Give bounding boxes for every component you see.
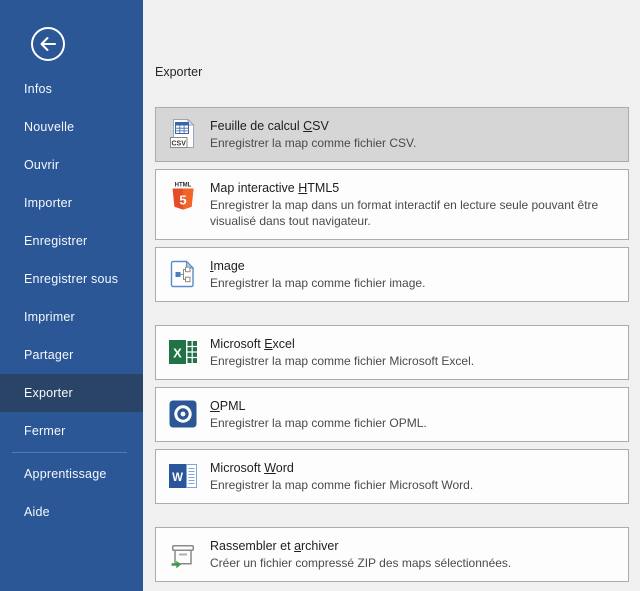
sidebar-item-partager[interactable]: Partager (0, 336, 143, 374)
sidebar-nav: Infos Nouvelle Ouvrir Importer Enregistr… (0, 70, 143, 531)
export-option-text: Microsoft Excel Enregistrer la map comme… (210, 336, 474, 369)
sidebar-item-fermer[interactable]: Fermer (0, 412, 143, 450)
sidebar-item-enregistrer[interactable]: Enregistrer (0, 222, 143, 260)
export-option-desc: Enregistrer la map comme fichier Microso… (210, 353, 474, 369)
opml-icon (167, 398, 199, 430)
export-option-desc: Enregistrer la map comme fichier OPML. (210, 415, 427, 431)
export-option-desc: Créer un fichier compressé ZIP des maps … (210, 555, 511, 571)
export-option-title: OPML (210, 398, 427, 414)
svg-text:CSV: CSV (171, 140, 186, 147)
backstage-sidebar: Infos Nouvelle Ouvrir Importer Enregistr… (0, 0, 143, 591)
export-option-word[interactable]: W Microsoft Word Enregistrer la map comm… (155, 449, 629, 504)
svg-text:HTML: HTML (175, 183, 192, 189)
svg-text:W: W (172, 472, 183, 484)
image-export-icon (167, 258, 199, 290)
back-arrow-icon (30, 26, 66, 62)
page-title: Exporter (155, 64, 629, 80)
pack-and-go-archive-icon (167, 538, 199, 570)
export-option-title: Microsoft Word (210, 460, 473, 476)
sidebar-item-importer[interactable]: Importer (0, 184, 143, 222)
export-option-text: Microsoft Word Enregistrer la map comme … (210, 460, 473, 493)
export-option-title: Feuille de calcul CSV (210, 118, 416, 134)
export-group-1: CSV Feuille de calcul CSV Enregistrer la… (155, 107, 629, 302)
export-option-text: OPML Enregistrer la map comme fichier OP… (210, 398, 427, 431)
back-button[interactable] (30, 26, 66, 62)
word-icon: W (167, 460, 199, 492)
export-option-opml[interactable]: OPML Enregistrer la map comme fichier OP… (155, 387, 629, 442)
sidebar-item-aide[interactable]: Aide (0, 493, 143, 531)
export-group-3: Rassembler et archiver Créer un fichier … (155, 527, 629, 582)
sidebar-item-apprentissage[interactable]: Apprentissage (0, 455, 143, 493)
export-options: CSV Feuille de calcul CSV Enregistrer la… (155, 107, 629, 582)
export-option-title: Image (210, 258, 425, 274)
svg-text:X: X (173, 346, 182, 361)
export-option-desc: Enregistrer la map dans un format intera… (210, 197, 616, 229)
sidebar-divider (12, 452, 127, 453)
export-panel: Exporter CSV Feuille de calcul CSV Enreg… (143, 0, 640, 591)
export-option-desc: Enregistrer la map comme fichier CSV. (210, 135, 416, 151)
export-option-excel[interactable]: X Microsoft Excel Enregistrer la map com… (155, 325, 629, 380)
html5-icon: HTML 5 (167, 180, 199, 212)
export-option-desc: Enregistrer la map comme fichier image. (210, 275, 425, 291)
csv-spreadsheet-icon: CSV (167, 118, 199, 150)
sidebar-item-ouvrir[interactable]: Ouvrir (0, 146, 143, 184)
export-option-title: Rassembler et archiver (210, 538, 511, 554)
svg-text:5: 5 (179, 193, 186, 208)
sidebar-item-infos[interactable]: Infos (0, 70, 143, 108)
export-option-title: Map interactive HTML5 (210, 180, 616, 196)
sidebar-item-exporter[interactable]: Exporter (0, 374, 143, 412)
excel-icon: X (167, 336, 199, 368)
sidebar-item-nouvelle[interactable]: Nouvelle (0, 108, 143, 146)
export-option-csv[interactable]: CSV Feuille de calcul CSV Enregistrer la… (155, 107, 629, 162)
export-option-pack-and-go[interactable]: Rassembler et archiver Créer un fichier … (155, 527, 629, 582)
export-option-title: Microsoft Excel (210, 336, 474, 352)
export-option-text: Rassembler et archiver Créer un fichier … (210, 538, 511, 571)
export-option-html5[interactable]: HTML 5 Map interactive HTML5 Enregistrer… (155, 169, 629, 240)
export-group-2: X Microsoft Excel Enregistrer la map com… (155, 325, 629, 504)
export-option-text: Map interactive HTML5 Enregistrer la map… (210, 180, 616, 229)
sidebar-item-enregistrer-sous[interactable]: Enregistrer sous (0, 260, 143, 298)
export-option-desc: Enregistrer la map comme fichier Microso… (210, 477, 473, 493)
export-option-text: Feuille de calcul CSV Enregistrer la map… (210, 118, 416, 151)
sidebar-item-imprimer[interactable]: Imprimer (0, 298, 143, 336)
export-option-text: Image Enregistrer la map comme fichier i… (210, 258, 425, 291)
export-option-image[interactable]: Image Enregistrer la map comme fichier i… (155, 247, 629, 302)
